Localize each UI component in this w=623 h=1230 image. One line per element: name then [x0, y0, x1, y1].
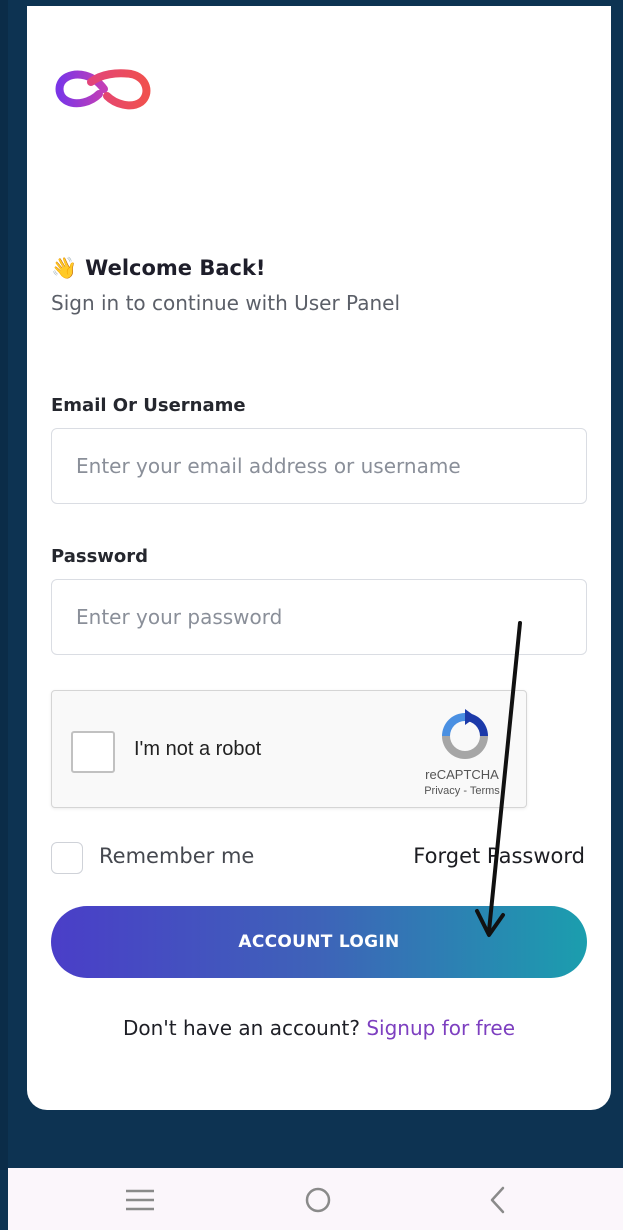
signup-prompt: Don't have an account? — [122, 1016, 360, 1040]
email-label: Email Or Username — [51, 395, 246, 416]
welcome-subtitle: Sign in to continue with User Panel — [51, 291, 401, 315]
system-navbar — [8, 1168, 623, 1230]
welcome-title: Welcome Back! — [85, 256, 266, 280]
login-screen: 👋 Welcome Back! Sign in to continue with … — [0, 0, 623, 1230]
back-icon[interactable] — [478, 1180, 518, 1220]
wave-emoji: 👋 — [51, 256, 78, 280]
recaptcha-widget: I'm not a robot reCAPTCHA Privacy - Term… — [51, 690, 527, 808]
edge-strip — [0, 0, 8, 1170]
annotation-arrow-icon — [475, 621, 522, 937]
login-card: 👋 Welcome Back! Sign in to continue with … — [27, 6, 611, 1110]
infinity-logo-icon — [55, 69, 151, 110]
password-label: Password — [51, 546, 149, 567]
welcome-heading: 👋 Welcome Back! — [51, 256, 266, 281]
remember-label[interactable]: Remember me — [99, 844, 254, 868]
signup-link[interactable]: Signup for free — [366, 1016, 515, 1040]
menu-icon[interactable] — [120, 1180, 160, 1220]
recaptcha-checkbox[interactable] — [71, 731, 115, 773]
signup-line: Don't have an account? Signup for free — [27, 1016, 611, 1040]
remember-checkbox[interactable] — [51, 842, 83, 874]
email-input[interactable] — [51, 428, 587, 504]
recaptcha-label: I'm not a robot — [134, 738, 262, 760]
home-icon[interactable] — [298, 1180, 338, 1220]
